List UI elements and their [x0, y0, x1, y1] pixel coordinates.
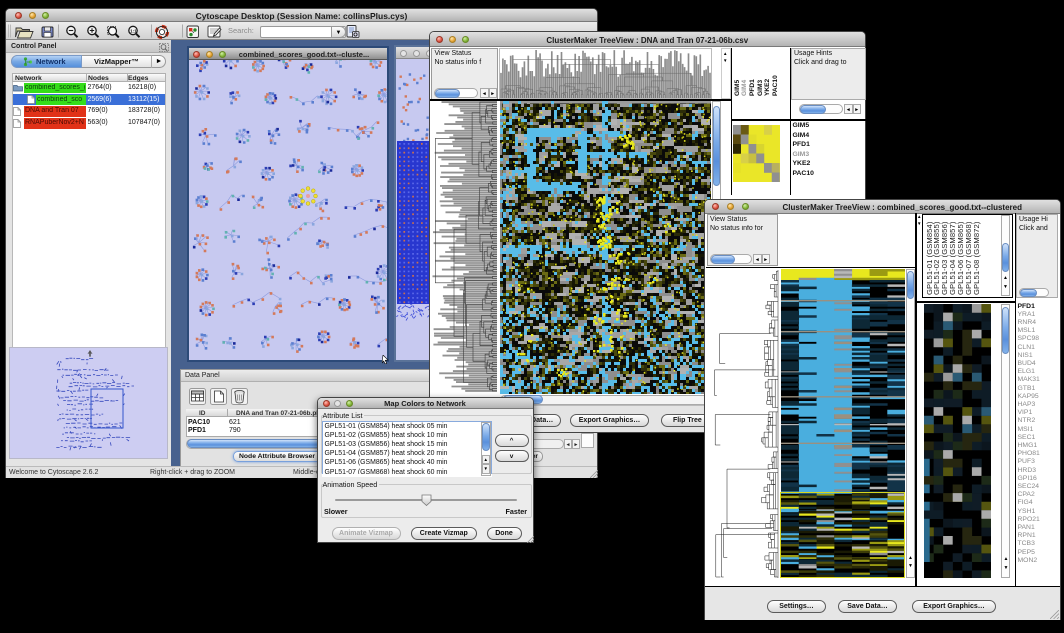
svg-text:1:1: 1:1 [130, 28, 137, 33]
